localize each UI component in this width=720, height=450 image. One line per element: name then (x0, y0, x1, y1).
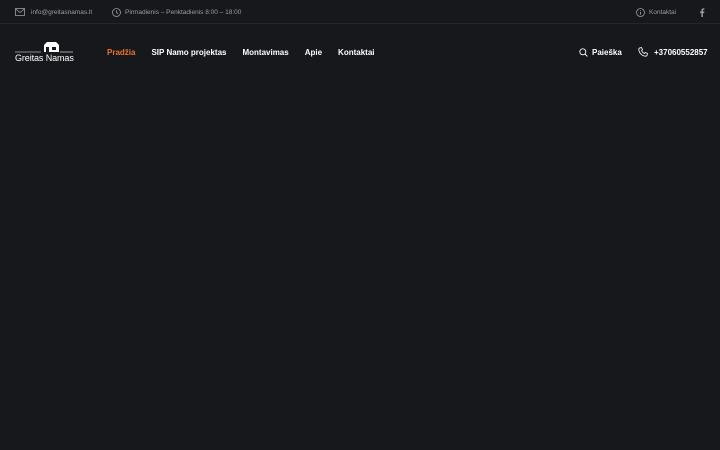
main-content-area (0, 80, 720, 450)
phone-link[interactable]: +37060552857 (638, 24, 708, 80)
main-header: Greitas Namas Pradžia SIP Namo projektas… (0, 24, 720, 80)
phone-number: +37060552857 (654, 47, 708, 57)
search-label: Paieška (592, 47, 622, 57)
top-email-link[interactable]: info@greitasnamas.lt (15, 0, 92, 24)
nav-item-sip-namo-projektas[interactable]: SIP Namo projektas (151, 48, 226, 57)
nav-item-montavimas[interactable]: Montavimas (242, 48, 288, 57)
nav-item-kontaktai[interactable]: Kontaktai (338, 48, 374, 57)
facebook-link[interactable] (699, 0, 705, 24)
top-contacts-text: Kontaktai (649, 8, 677, 16)
house-icon (15, 42, 73, 53)
main-nav: Pradžia SIP Namo projektas Montavimas Ap… (107, 24, 375, 80)
nav-item-apie[interactable]: Apie (305, 48, 322, 57)
phone-icon (638, 47, 648, 57)
site-logo[interactable]: Greitas Namas (15, 40, 75, 64)
top-bar: info@greitasnamas.lt Pirmadienis – Penkt… (0, 0, 720, 24)
nav-item-pradzia[interactable]: Pradžia (107, 48, 135, 57)
logo-text: Greitas Namas (15, 53, 74, 63)
mail-icon (15, 8, 25, 16)
top-working-hours: Pirmadienis – Penktadienis 8:00 – 18:00 (112, 0, 241, 24)
search-icon (579, 47, 588, 57)
clock-icon (112, 7, 121, 17)
top-hours-text: Pirmadienis – Penktadienis 8:00 – 18:00 (125, 8, 242, 16)
search-button[interactable]: Paieška (579, 24, 622, 80)
top-email-text: info@greitasnamas.lt (31, 8, 93, 16)
facebook-icon (700, 7, 705, 17)
info-icon (636, 7, 645, 17)
top-contacts-link[interactable]: Kontaktai (636, 0, 676, 24)
